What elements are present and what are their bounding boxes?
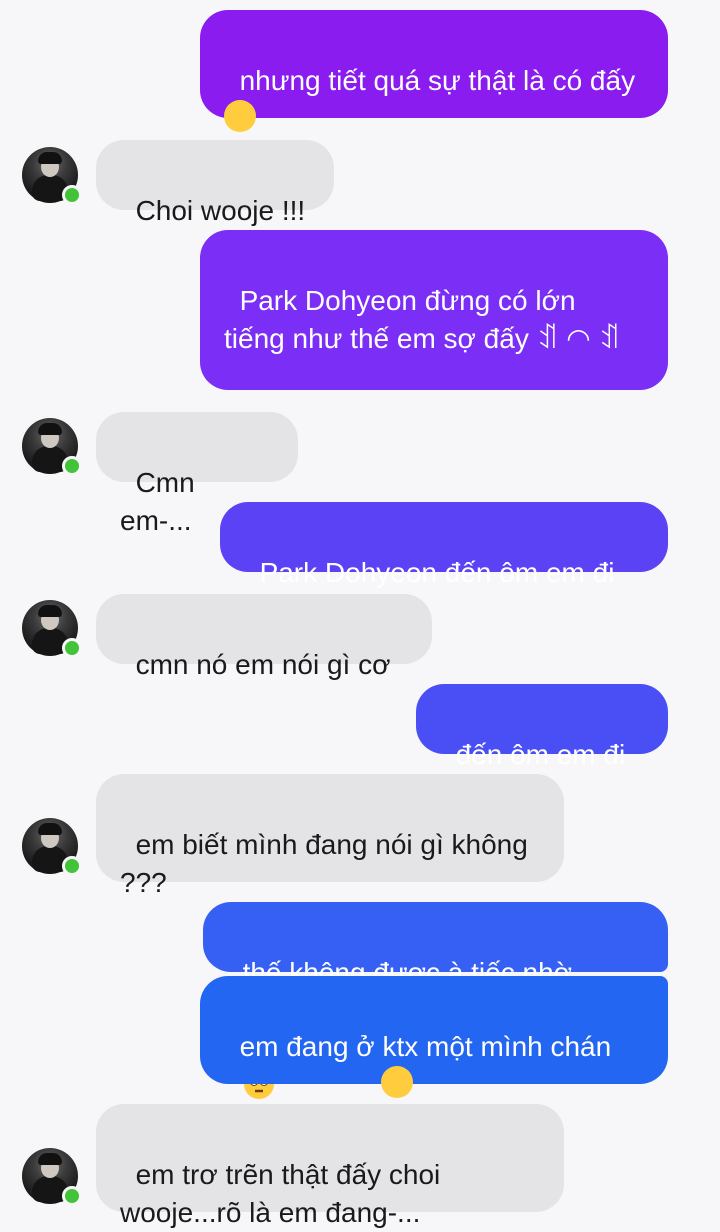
online-indicator [62,856,82,876]
incoming-message[interactable]: cmn nó em nói gì cơ [96,594,432,680]
outgoing-message[interactable]: đến ôm em đi [416,684,668,770]
incoming-message[interactable]: Cmn em-... [96,412,298,536]
incoming-message[interactable]: em biết mình đang nói gì không ??? [96,774,564,898]
outgoing-message[interactable]: Park Dohyeon đến ôm em đi [220,502,668,588]
avatar[interactable] [22,600,82,658]
message-text: nhưng tiết quá sự thật là có đấy [239,65,636,96]
outgoing-message[interactable]: thế không được à tiếc nhờ [203,902,668,1099]
outgoing-message[interactable]: em đang ở ktx một mình chán chết đi được [200,976,668,1212]
incoming-message[interactable]: Choi wooje !!! [96,140,334,226]
online-indicator [62,456,82,476]
incoming-message[interactable]: em trơ trẽn thật đấy choi wooje...rõ là … [96,1104,564,1228]
message-text: em trơ trẽn thật đấy choi wooje...rõ là … [120,1159,449,1228]
message-text: Park Dohyeon đến ôm em đi [259,557,615,588]
message-text: đến ôm em đi [455,739,626,770]
message-text: cmn nó em nói gì cơ [135,649,391,680]
message-text: Park Dohyeon đừng có lớn tiếng như thế e… [224,285,621,354]
outgoing-message[interactable]: Park Dohyeon đừng có lớn tiếng như thế e… [200,230,668,390]
online-indicator [62,638,82,658]
avatar[interactable] [22,1148,82,1206]
message-text: Choi wooje !!! [135,195,306,226]
avatar[interactable] [22,818,82,876]
outgoing-message[interactable]: nhưng tiết quá sự thật là có đấy [200,10,668,207]
avatar[interactable] [22,147,82,205]
online-indicator [62,185,82,205]
message-text: em biết mình đang nói gì không ??? [120,829,536,898]
winking-face-icon [224,100,256,207]
yawning-face-icon [380,1066,413,1173]
message-text: Cmn em-... [120,467,203,536]
online-indicator [62,1186,82,1206]
avatar[interactable] [22,418,82,476]
